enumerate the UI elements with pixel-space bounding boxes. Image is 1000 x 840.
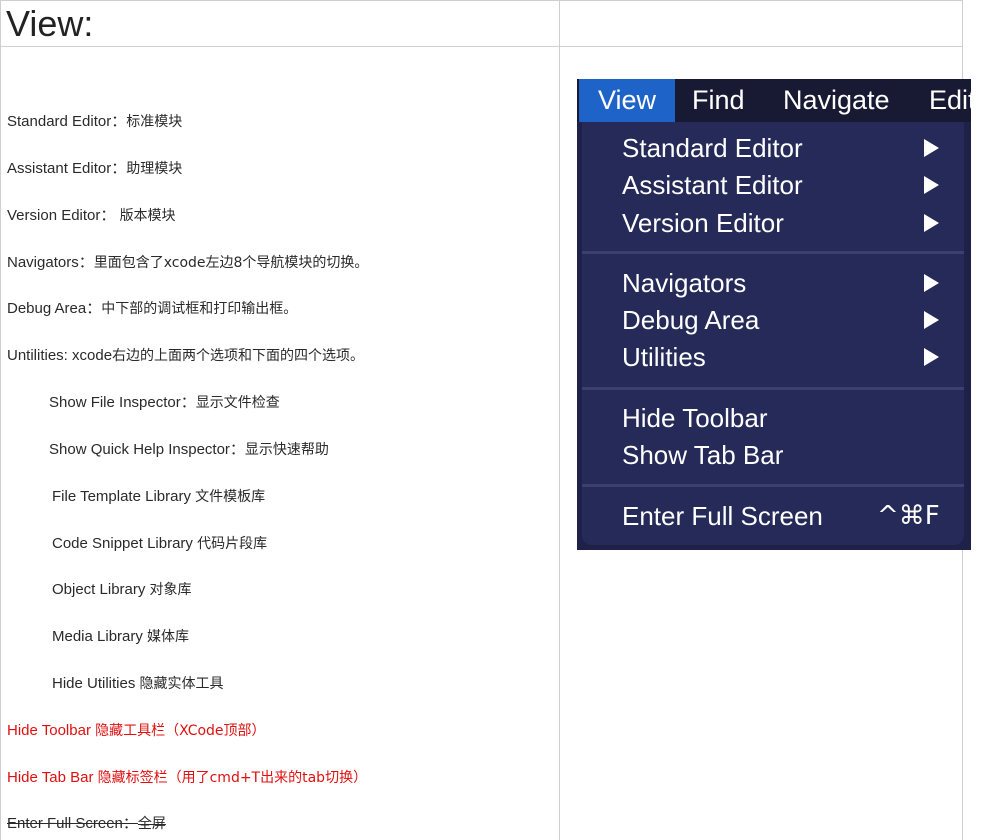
list-item: Standard Editor：标准模块 [7,112,182,132]
menu-item-navigators[interactable]: Navigators [622,266,746,300]
item-description: 中下部的调试框和打印输出框。 [101,301,298,317]
item-term: Untilities: xcode [7,347,113,364]
menu-item-utilities[interactable]: Utilities [622,340,706,374]
menu-bar-view[interactable]: View [579,79,675,122]
item-description: 全屏 [137,816,166,832]
table-border-top [0,0,963,1]
view-dropdown-menu: Standard Editor Assistant Editor Version… [582,122,964,545]
item-description: 媒体库 [147,629,190,645]
list-item: Debug Area：中下部的调试框和打印输出框。 [7,299,297,319]
item-term: File Template Library [52,488,196,505]
menu-item-standard-editor[interactable]: Standard Editor [622,131,803,165]
item-description: 右边的上面两个选项和下面的四个选项。 [112,348,365,364]
item-term: Show Quick Help Inspector： [49,441,245,458]
submenu-arrow-icon [924,139,939,157]
menu-bar-find[interactable]: Find [692,79,745,122]
item-description: 版本模块 [119,208,176,224]
menu-item-assistant-editor[interactable]: Assistant Editor [622,168,803,202]
item-term: Show File Inspector： [49,394,196,411]
table-border-left [0,0,1,840]
item-term: Navigators： [7,254,94,271]
list-item-highlighted: Hide Tab Bar 隐藏标签栏（用了cmd+T出来的tab切换） [7,768,367,788]
menu-item-enter-full-screen[interactable]: Enter Full Screen [622,499,823,533]
menu-item-hide-toolbar[interactable]: Hide Toolbar [622,401,768,435]
item-description: 助理模块 [126,161,183,177]
menu-item-version-editor[interactable]: Version Editor [622,206,784,240]
menu-bar: View Find Navigate Edit [577,79,971,122]
list-item-struck: Enter Full Screen：全屏 [7,814,166,834]
item-term: Object Library [52,581,150,598]
list-item: Untilities: xcode右边的上面两个选项和下面的四个选项。 [7,346,364,366]
list-item: Code Snippet Library 代码片段库 [52,534,267,554]
item-term: Debug Area： [7,300,102,317]
submenu-arrow-icon [924,348,939,366]
item-description: 代码片段库 [197,536,268,552]
item-term: Hide Toolbar [7,722,96,739]
submenu-arrow-icon [924,274,939,292]
item-description: 文件模板库 [195,489,266,505]
list-item: Hide Utilities 隐藏实体工具 [52,674,224,694]
list-item: File Template Library 文件模板库 [52,487,265,507]
menu-separator [582,251,964,254]
item-term: Code Snippet Library [52,535,198,552]
item-term: Enter Full Screen： [7,815,138,832]
item-description: 显示快速帮助 [244,442,329,458]
list-item-highlighted: Hide Toolbar 隐藏工具栏（XCode顶部） [7,721,266,741]
submenu-arrow-icon [924,176,939,194]
item-term: Standard Editor： [7,113,127,130]
item-description: 对象库 [149,582,192,598]
table-column-divider [559,0,560,840]
menu-bar-editor[interactable]: Edit [929,79,971,122]
item-description: 隐藏工具栏（XCode顶部） [95,723,266,739]
item-term: Hide Tab Bar [7,769,98,786]
list-item: Version Editor： 版本模块 [7,206,176,226]
view-menu-screenshot: View Find Navigate Edit Standard Editor … [577,79,971,550]
item-description: 隐藏实体工具 [139,676,224,692]
item-description: 标准模块 [126,114,183,130]
menu-separator [582,484,964,487]
keyboard-shortcut: ^⌘F [877,501,940,531]
menu-separator [582,387,964,390]
item-description: 里面包含了xcode左边8个导航模块的切换。 [93,255,369,271]
list-item: Show File Inspector：显示文件检查 [49,393,280,413]
submenu-arrow-icon [924,311,939,329]
item-description: 隐藏标签栏（用了cmd+T出来的tab切换） [97,770,368,786]
page-title: View: [6,3,94,44]
menu-item-debug-area[interactable]: Debug Area [622,303,759,337]
list-item: Object Library 对象库 [52,580,192,600]
item-term: Media Library [52,628,148,645]
item-description: 显示文件检查 [195,395,280,411]
submenu-arrow-icon [924,214,939,232]
list-item: Show Quick Help Inspector：显示快速帮助 [49,440,329,460]
item-term: Assistant Editor： [7,160,127,177]
menu-bar-navigate[interactable]: Navigate [783,79,890,122]
list-item: Assistant Editor：助理模块 [7,159,182,179]
item-term: Version Editor： [7,207,120,224]
table-header-divider [0,46,963,47]
menu-item-show-tab-bar[interactable]: Show Tab Bar [622,438,783,472]
document-page: View: Standard Editor：标准模块 Assistant Edi… [0,0,1000,840]
item-term: Hide Utilities [52,675,140,692]
list-item: Media Library 媒体库 [52,627,189,647]
list-item: Navigators：里面包含了xcode左边8个导航模块的切换。 [7,253,368,273]
